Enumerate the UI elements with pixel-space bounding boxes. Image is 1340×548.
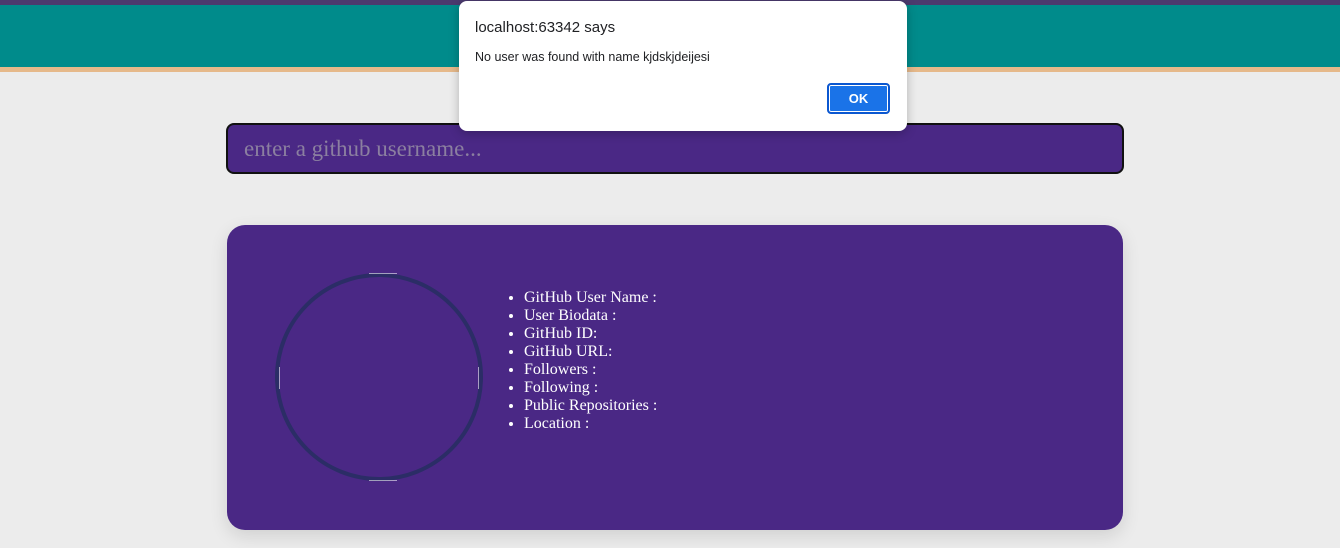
info-followers: Followers : — [524, 361, 657, 379]
alert-dialog: localhost:63342 says No user was found w… — [459, 1, 907, 131]
ok-button[interactable]: OK — [827, 83, 890, 114]
avatar-edge — [478, 367, 479, 389]
info-location: Location : — [524, 415, 657, 433]
profile-card: GitHub User Name : User Biodata : GitHub… — [227, 225, 1123, 530]
avatar-edge — [369, 273, 397, 274]
avatar-image — [275, 273, 483, 481]
info-public-repositories: Public Repositories : — [524, 397, 657, 415]
info-user-biodata: User Biodata : — [524, 307, 657, 325]
avatar-edge — [279, 367, 280, 389]
info-github-url: GitHub URL: — [524, 343, 657, 361]
info-user-name: GitHub User Name : — [524, 289, 657, 307]
profile-info-list: GitHub User Name : User Biodata : GitHub… — [506, 289, 657, 433]
avatar-edge — [369, 480, 397, 481]
alert-message: No user was found with name kjdskjdeijes… — [475, 50, 710, 64]
info-following: Following : — [524, 379, 657, 397]
info-github-id: GitHub ID: — [524, 325, 657, 343]
alert-title: localhost:63342 says — [475, 19, 616, 36]
